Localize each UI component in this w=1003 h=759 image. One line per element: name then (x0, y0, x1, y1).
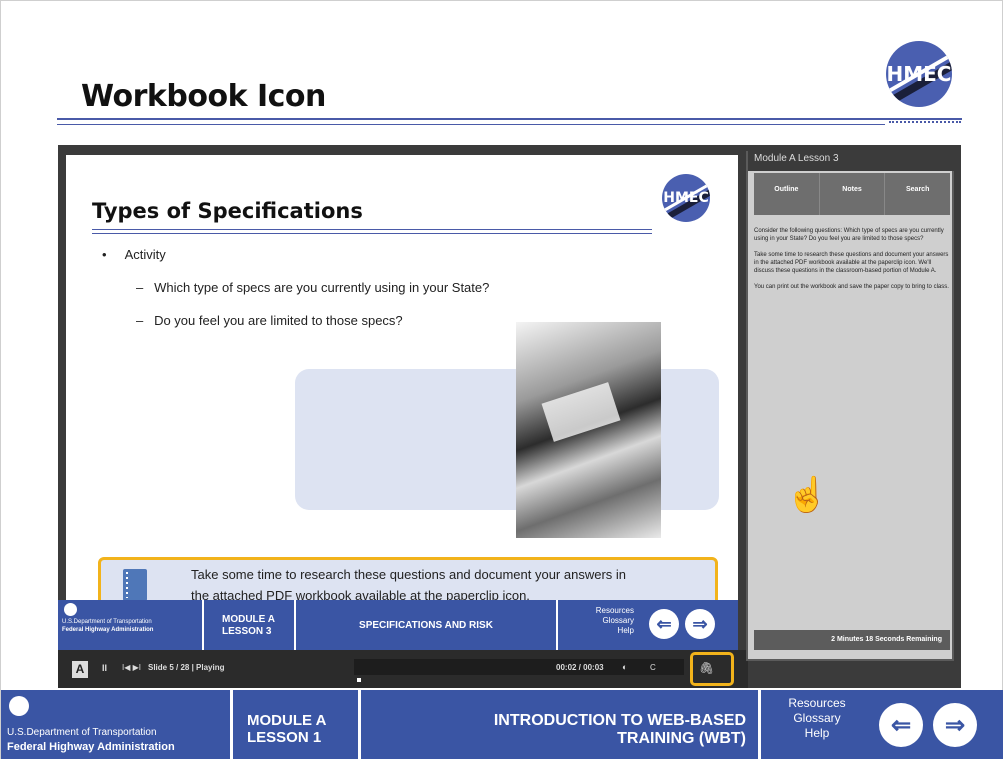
inner-slide-title: Types of Specifications (92, 199, 363, 223)
outer-nav-bar: U.S.Department of Transportation Federal… (1, 690, 1003, 759)
back-arrow-icon: ⇐ (890, 711, 912, 739)
inner-slide: Types of Specifications HMEC • Activity … (66, 155, 738, 613)
next-arrow-icon: ⇒ (944, 711, 966, 739)
time-remaining: 2 Minutes 18 Seconds Remaining (754, 630, 950, 650)
title-rule-lower (57, 124, 885, 125)
meeting-photo (516, 322, 661, 538)
pause-button[interactable]: II (102, 663, 107, 673)
course-title: SPECIFICATIONS AND RISK (296, 600, 558, 650)
inner-title-rule (92, 229, 652, 230)
title-rule (57, 118, 962, 120)
page: Workbook Icon HMEC Types of Specificatio… (0, 0, 1003, 759)
paperclip-icon[interactable]: 🖇 (699, 661, 714, 675)
next-button[interactable]: ⇒ (685, 609, 715, 639)
dot-brand: U.S.Department of Transportation Federal… (58, 600, 204, 650)
notes-text: Consider the following questions: Which … (754, 228, 949, 290)
back-button[interactable]: ⇐ (649, 609, 679, 639)
dot-brand: U.S.Department of Transportation Federal… (1, 690, 233, 759)
scrub-handle[interactable] (357, 678, 361, 682)
module-label: MODULE A LESSON 3 (204, 600, 296, 650)
sidebar-title: Module A Lesson 3 (748, 147, 956, 171)
resources-links[interactable]: Resources Glossary Help (761, 690, 873, 759)
back-button[interactable]: ⇐ (879, 703, 923, 747)
cc-button[interactable]: C (650, 663, 656, 672)
tab-notes[interactable]: Notes (820, 173, 886, 215)
inner-nav-bar: U.S.Department of Transportation Federal… (58, 600, 738, 650)
tab-outline[interactable]: Outline (754, 173, 820, 215)
sidebar-panel: Module A Lesson 3 Outline Notes Search C… (746, 147, 956, 661)
skip-buttons[interactable]: I◀ ▶I (122, 663, 141, 672)
inner-title-rule-lower (92, 233, 652, 234)
course-title: INTRODUCTION TO WEB-BASED TRAINING (WBT) (361, 690, 761, 759)
hmec-logo: HMEC (886, 41, 952, 107)
slide-status: Slide 5 / 28 | Playing (148, 663, 225, 672)
tab-search[interactable]: Search (885, 173, 950, 215)
time-display: 00:02 / 00:03 (556, 663, 604, 672)
next-arrow-icon: ⇒ (692, 613, 708, 634)
module-label: MODULE A LESSON 1 (233, 690, 361, 759)
volume-icon[interactable]: ◐ (622, 662, 627, 672)
sidebar-tabs: Outline Notes Search (754, 173, 950, 215)
dot-logo-icon (64, 603, 77, 616)
back-arrow-icon: ⇐ (656, 613, 672, 634)
page-title: Workbook Icon (81, 79, 326, 114)
sub-bullet-2: – Do you feel you are limited to those s… (136, 313, 403, 328)
resources-links[interactable]: Resources Glossary Help (558, 600, 646, 650)
title-rule-dots (889, 121, 961, 123)
player-logo: A (72, 661, 88, 678)
hand-cursor-icon: ☝ (786, 476, 829, 514)
paperclip-highlight: 🖇 (690, 652, 734, 686)
workbook-icon (123, 569, 147, 601)
dot-logo-icon (9, 696, 29, 716)
sub-bullet-1: – Which type of specs are you currently … (136, 280, 490, 295)
course-player-screenshot: Types of Specifications HMEC • Activity … (58, 145, 961, 688)
inner-hmec-logo: HMEC (662, 174, 710, 222)
player-controls: A II I◀ ▶I Slide 5 / 28 | Playing 00:02 … (58, 650, 748, 688)
bullet-activity: • Activity (102, 247, 166, 262)
progress-track[interactable] (354, 659, 684, 675)
next-button[interactable]: ⇒ (933, 703, 977, 747)
